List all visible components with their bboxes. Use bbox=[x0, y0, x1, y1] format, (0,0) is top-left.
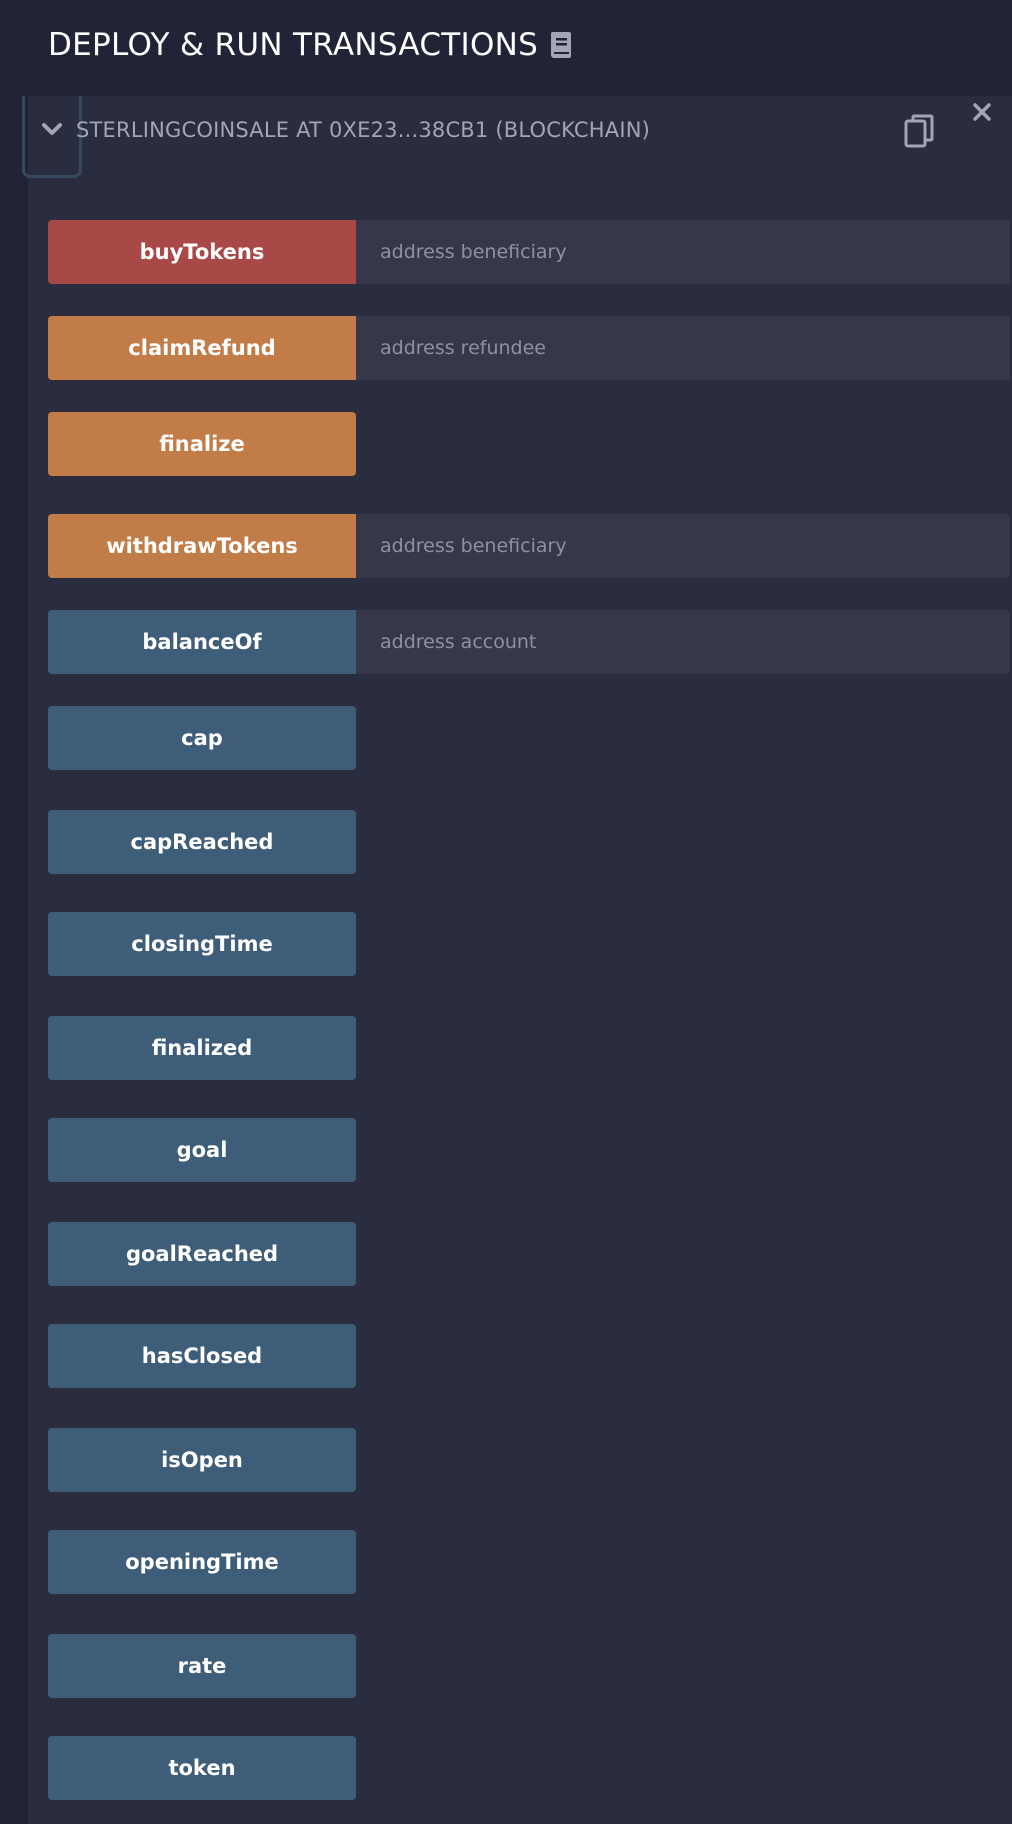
function-button-finalized[interactable]: finalized bbox=[48, 1016, 356, 1080]
chevron-down-icon[interactable] bbox=[42, 122, 62, 136]
function-button-closingTime[interactable]: closingTime bbox=[48, 912, 356, 976]
function-button-claimRefund[interactable]: claimRefund bbox=[48, 316, 356, 380]
function-row-balanceOf: balanceOf bbox=[48, 610, 1012, 674]
function-row-finalized: finalized bbox=[48, 1016, 1012, 1080]
function-input-withdrawTokens[interactable] bbox=[356, 514, 1010, 578]
panel-title: DEPLOY & RUN TRANSACTIONS bbox=[48, 27, 539, 63]
function-input-claimRefund[interactable] bbox=[356, 316, 1010, 380]
book-icon[interactable] bbox=[549, 30, 573, 60]
function-row-goal: goal bbox=[48, 1118, 1012, 1182]
function-row-withdrawTokens: withdrawTokens bbox=[48, 514, 1012, 578]
function-button-capReached[interactable]: capReached bbox=[48, 810, 356, 874]
function-button-isOpen[interactable]: isOpen bbox=[48, 1428, 356, 1492]
function-button-finalize[interactable]: finalize bbox=[48, 412, 356, 476]
function-button-openingTime[interactable]: openingTime bbox=[48, 1530, 356, 1594]
sidebar-strip bbox=[0, 96, 28, 1824]
function-row-buyTokens: buyTokens bbox=[48, 220, 1012, 284]
function-row-finalize: finalize bbox=[48, 412, 1012, 476]
function-row-capReached: capReached bbox=[48, 810, 1012, 874]
function-row-isOpen: isOpen bbox=[48, 1428, 1012, 1492]
function-button-goalReached[interactable]: goalReached bbox=[48, 1222, 356, 1286]
function-row-closingTime: closingTime bbox=[48, 912, 1012, 976]
close-icon[interactable] bbox=[971, 101, 993, 123]
copy-icon[interactable] bbox=[904, 114, 934, 148]
function-button-cap[interactable]: cap bbox=[48, 706, 356, 770]
function-row-cap: cap bbox=[48, 706, 1012, 770]
function-button-goal[interactable]: goal bbox=[48, 1118, 356, 1182]
function-row-claimRefund: claimRefund bbox=[48, 316, 1012, 380]
function-button-hasClosed[interactable]: hasClosed bbox=[48, 1324, 356, 1388]
function-row-goalReached: goalReached bbox=[48, 1222, 1012, 1286]
function-button-token[interactable]: token bbox=[48, 1736, 356, 1800]
function-input-buyTokens[interactable] bbox=[356, 220, 1010, 284]
function-button-withdrawTokens[interactable]: withdrawTokens bbox=[48, 514, 356, 578]
function-row-token: token bbox=[48, 1736, 1012, 1800]
function-input-balanceOf[interactable] bbox=[356, 610, 1010, 674]
function-button-balanceOf[interactable]: balanceOf bbox=[48, 610, 356, 674]
function-row-rate: rate bbox=[48, 1634, 1012, 1698]
function-row-openingTime: openingTime bbox=[48, 1530, 1012, 1594]
function-row-hasClosed: hasClosed bbox=[48, 1324, 1012, 1388]
instance-toggle-button[interactable] bbox=[22, 96, 82, 178]
function-button-rate[interactable]: rate bbox=[48, 1634, 356, 1698]
instance-title: STERLINGCOINSALE AT 0XE23...38CB1 (BLOCK… bbox=[76, 118, 651, 142]
function-button-buyTokens[interactable]: buyTokens bbox=[48, 220, 356, 284]
